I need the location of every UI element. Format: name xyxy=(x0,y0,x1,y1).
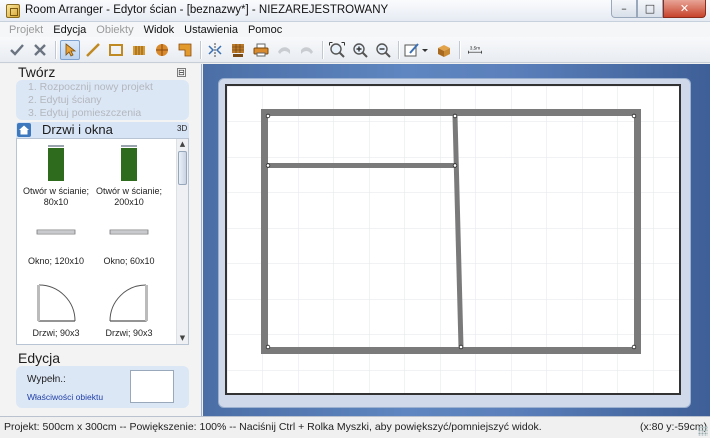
catalog-item-opening-200[interactable]: Otwór w ścianie; 200x10 xyxy=(92,145,166,208)
redo-icon[interactable] xyxy=(297,40,317,60)
catalog-item-label: Drzwi; 90x3 xyxy=(105,328,153,338)
window-title: Room Arranger - Edytor ścian - [beznazwy… xyxy=(25,4,389,16)
catalog-3d-toggle[interactable]: 3D xyxy=(177,124,187,133)
catalog-item-door-left[interactable]: Drzwi; 90x3 xyxy=(19,283,93,339)
status-bar: Projekt: 500cm x 300cm -- Powiększenie: … xyxy=(0,416,710,438)
create-section-title: Twórz xyxy=(18,64,56,80)
steps-box: 1. Rozpocznij nowy projekt 2. Edytuj ści… xyxy=(16,80,189,120)
checkmark-icon[interactable] xyxy=(7,40,27,60)
minimize-button[interactable]: – xyxy=(611,0,637,18)
zoom-out-icon[interactable] xyxy=(373,40,393,60)
collapse-button[interactable]: ⊟ xyxy=(177,68,186,77)
toolbar-separator xyxy=(322,41,323,59)
catalog-title: Drzwi i okna xyxy=(42,122,113,137)
catalog-item-label: Okno; 60x10 xyxy=(103,256,155,266)
cancel-x-icon[interactable] xyxy=(30,40,50,60)
status-text: Projekt: 500cm x 300cm -- Powiększenie: … xyxy=(4,421,542,433)
window-controls: – □ ✕ xyxy=(611,0,706,18)
3d-view-icon[interactable] xyxy=(434,40,454,60)
catalog-item-size: 80x10 xyxy=(43,197,69,207)
menu-pomoc[interactable]: Pomoc xyxy=(243,24,287,36)
menu-projekt[interactable]: Projekt xyxy=(4,24,48,36)
menu-obiekty[interactable]: Obiekty xyxy=(91,24,138,36)
menu-edycja[interactable]: Edycja xyxy=(48,24,91,36)
catalog-item-opening-80[interactable]: Otwór w ścianie; 80x10 xyxy=(19,145,93,208)
toolbar-separator xyxy=(55,41,56,59)
draw-wall-icon[interactable] xyxy=(83,40,103,60)
toolbar-separator xyxy=(398,41,399,59)
edit-properties-icon[interactable] xyxy=(402,40,422,60)
properties-link[interactable]: Właściwości obiektu xyxy=(27,392,103,402)
wall-pattern-icon[interactable] xyxy=(129,40,149,60)
edit-box: Wypełn.: Właściwości obiektu xyxy=(16,366,189,408)
home-icon xyxy=(17,123,31,137)
scroll-down-icon[interactable]: ▼ xyxy=(177,333,188,344)
title-bar: Room Arranger - Edytor ścian - [beznazwy… xyxy=(0,0,710,22)
select-arrow-icon[interactable] xyxy=(60,40,80,60)
mirror-icon[interactable] xyxy=(205,40,225,60)
catalog-item-door-right[interactable]: Drzwi; 90x3 xyxy=(92,283,166,339)
catalog-item-label: Otwór w ścianie; xyxy=(22,186,90,196)
resize-grip-icon[interactable] xyxy=(698,426,708,436)
catalog-scrollbar[interactable]: ▲ ▼ xyxy=(176,139,188,344)
door-left-icon xyxy=(37,284,76,322)
window-60-icon xyxy=(109,229,149,235)
close-button[interactable]: ✕ xyxy=(663,0,706,18)
zoom-fit-icon[interactable] xyxy=(327,40,347,60)
toolbar-separator xyxy=(200,41,201,59)
l-shape-icon[interactable] xyxy=(175,40,195,60)
catalog-list: Otwór w ścianie; 80x10 Otwór w ścianie; … xyxy=(16,138,189,345)
toolbar: 3,5m xyxy=(0,37,710,63)
door-right-icon xyxy=(109,284,148,322)
scroll-up-icon[interactable]: ▲ xyxy=(177,139,188,150)
menu-widok[interactable]: Widok xyxy=(139,24,180,36)
ruler-icon[interactable]: 3,5m xyxy=(464,40,486,60)
opening-80-icon xyxy=(48,145,64,181)
undo-icon[interactable] xyxy=(274,40,294,60)
step-new-project[interactable]: 1. Rozpocznij nowy projekt xyxy=(28,81,153,93)
app-icon xyxy=(6,4,20,18)
catalog-item-label: Okno; 120x10 xyxy=(27,256,85,266)
round-wall-icon[interactable] xyxy=(152,40,172,60)
menu-ustawienia[interactable]: Ustawienia xyxy=(179,24,243,36)
edit-section-title: Edycja xyxy=(18,350,61,366)
catalog-item-window-120[interactable]: Okno; 120x10 xyxy=(19,225,93,267)
rectangle-room-icon[interactable] xyxy=(106,40,126,60)
window-120-icon xyxy=(36,229,76,235)
fill-label: Wypełn.: xyxy=(27,374,66,385)
opening-200-icon xyxy=(121,145,137,181)
drawing-sheet[interactable] xyxy=(225,84,681,395)
dropdown-arrow-icon[interactable] xyxy=(420,40,430,60)
step-edit-walls[interactable]: 2. Edytuj ściany xyxy=(28,94,102,106)
maximize-button[interactable]: □ xyxy=(637,0,663,18)
layout-grid-icon[interactable] xyxy=(228,40,248,60)
catalog-item-size: 200x10 xyxy=(114,197,144,207)
print-icon[interactable] xyxy=(251,40,271,60)
ruler-label: 3,5m xyxy=(470,45,481,51)
menu-bar: Projekt Edycja Obiekty Widok Ustawienia … xyxy=(0,22,710,37)
catalog-item-label: Drzwi; 90x3 xyxy=(32,328,80,338)
fill-color-swatch[interactable] xyxy=(130,370,174,403)
catalog-header: Drzwi i okna 3D xyxy=(16,122,189,138)
step-edit-rooms[interactable]: 3. Edytuj pomieszczenia xyxy=(28,107,141,119)
catalog-item-window-60[interactable]: Okno; 60x10 xyxy=(92,225,166,267)
scroll-thumb[interactable] xyxy=(178,151,187,185)
toolbar-separator xyxy=(459,41,460,59)
catalog-item-label: Otwór w ścianie; xyxy=(95,186,163,196)
zoom-in-icon[interactable] xyxy=(350,40,370,60)
